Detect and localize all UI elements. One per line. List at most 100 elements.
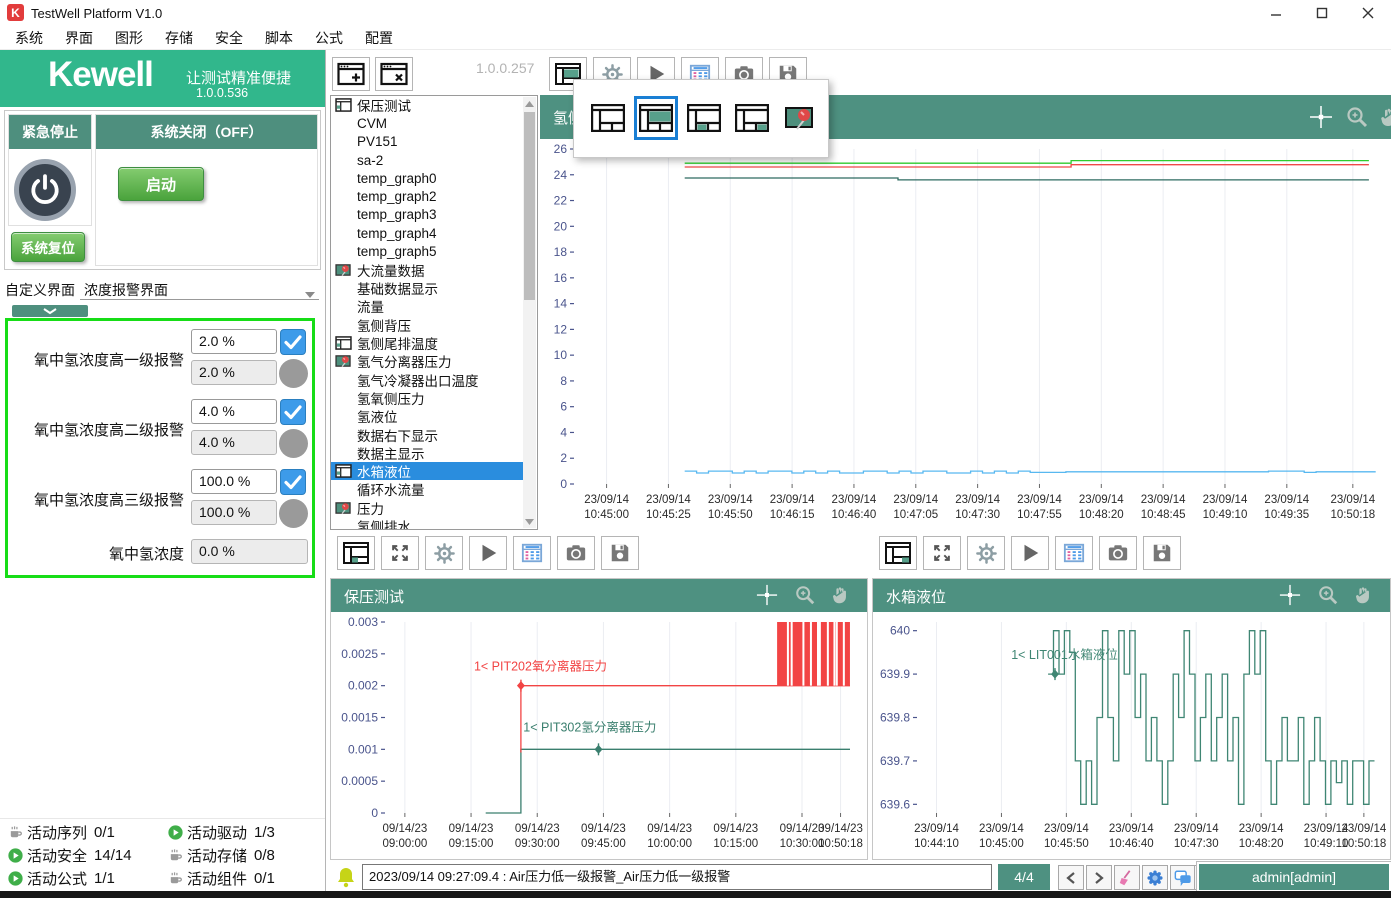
tree-item[interactable]: 氢侧排水	[331, 517, 524, 530]
tree-item[interactable]: 氢侧背压	[331, 316, 524, 334]
tree-item[interactable]: temp_graph5	[331, 242, 524, 260]
run-button[interactable]	[1011, 536, 1049, 570]
maximize-button[interactable]	[1299, 0, 1345, 26]
save-button[interactable]	[1143, 536, 1181, 570]
tree-item[interactable]: 基础数据显示	[331, 279, 524, 297]
scrollbar-thumb[interactable]	[524, 112, 535, 300]
menu-item[interactable]: 存储	[154, 26, 204, 50]
tree-item[interactable]: temp_graph3	[331, 206, 524, 224]
zoom-icon[interactable]	[1345, 105, 1369, 129]
pin-icon	[335, 354, 357, 368]
close-button[interactable]	[1345, 0, 1391, 26]
alarm-page-badge: 4/4	[998, 864, 1050, 890]
close-window-button[interactable]	[375, 57, 413, 91]
tree-item[interactable]: 氢氧侧压力	[331, 389, 524, 407]
top-chart-plot[interactable]: 23/09/1410:45:0023/09/1410:45:2523/09/14…	[540, 139, 1391, 530]
layout-option-layout-bottom-right[interactable]	[730, 96, 774, 140]
svg-text:23/09/14: 23/09/14	[979, 823, 1024, 835]
pan-hand-icon[interactable]	[1378, 105, 1391, 129]
data-table-button[interactable]	[513, 536, 551, 570]
tree-item[interactable]: 循环水流量	[331, 480, 524, 498]
tree-item[interactable]: 保压测试	[331, 96, 524, 114]
run-button[interactable]	[469, 536, 507, 570]
zoom-icon[interactable]	[794, 584, 818, 608]
menu-item[interactable]: 界面	[54, 26, 104, 50]
snapshot-button[interactable]	[1099, 536, 1137, 570]
tree-item[interactable]: 数据主显示	[331, 444, 524, 462]
alarm-enable-checkbox[interactable]	[280, 399, 306, 425]
tree-item[interactable]: temp_graph4	[331, 224, 524, 242]
menu-item[interactable]: 安全	[204, 26, 254, 50]
tree-item[interactable]: 水箱液位	[331, 462, 524, 480]
alarm-setpoint-input[interactable]: 4.0 %	[191, 399, 277, 424]
alarm-message-field[interactable]: 2023/09/14 09:27:09.4 : Air压力低一级报警_Air压力…	[362, 864, 992, 890]
alarm-config-button[interactable]	[1142, 865, 1168, 890]
collapse-handle[interactable]	[12, 305, 88, 317]
custom-ui-select[interactable]: 浓度报警界面	[84, 280, 168, 300]
scroll-down-icon[interactable]	[523, 515, 536, 528]
current-user-badge[interactable]: admin[admin]	[1197, 862, 1391, 892]
snapshot-button[interactable]	[557, 536, 595, 570]
app-logo-icon: K	[7, 4, 24, 21]
tree-item[interactable]: temp_graph2	[331, 187, 524, 205]
alarm-enable-checkbox[interactable]	[280, 469, 306, 495]
pan-hand-icon[interactable]	[830, 584, 854, 608]
minimize-button[interactable]	[1253, 0, 1299, 26]
tree-item[interactable]: 氢气分离器压力	[331, 352, 524, 370]
chart-canvas: 09/14/2309:00:0009/14/2309:15:0009/14/23…	[331, 612, 867, 859]
menu-item[interactable]: 配置	[354, 26, 404, 50]
crosshair-icon[interactable]	[1279, 584, 1303, 608]
alarm-list-button[interactable]	[1170, 865, 1196, 890]
right-chart-plot[interactable]: 23/09/1410:44:1023/09/1410:45:0023/09/14…	[873, 612, 1390, 859]
svg-text:09:00:00: 09:00:00	[382, 838, 427, 850]
alarm-setpoint-input[interactable]: 2.0 %	[191, 329, 277, 354]
zoom-icon[interactable]	[1317, 584, 1341, 608]
tree-item[interactable]: CVM	[331, 114, 524, 132]
crosshair-icon[interactable]	[1309, 105, 1333, 129]
prev-alarm-button[interactable]	[1058, 865, 1084, 890]
pan-hand-icon[interactable]	[1353, 584, 1377, 608]
clear-alarms-button[interactable]	[1114, 865, 1140, 890]
tree-item[interactable]: PV151	[331, 133, 524, 151]
settings-button[interactable]	[425, 536, 463, 570]
fullscreen-button[interactable]	[923, 536, 961, 570]
layout-option-layout-plain[interactable]	[586, 96, 630, 140]
tree-item[interactable]: 压力	[331, 499, 524, 517]
svg-text:10:00:00: 10:00:00	[647, 838, 692, 850]
tree-item[interactable]: sa-2	[331, 151, 524, 169]
menu-item[interactable]: 图形	[104, 26, 154, 50]
tree-item[interactable]: temp_graph0	[331, 169, 524, 187]
data-table-button[interactable]	[1055, 536, 1093, 570]
layout-button[interactable]	[337, 536, 375, 570]
alarm-enable-checkbox[interactable]	[280, 329, 306, 355]
emergency-stop-button[interactable]	[14, 159, 76, 221]
tree-item[interactable]: 数据右下显示	[331, 425, 524, 443]
tree-scrollbar[interactable]	[523, 97, 536, 528]
svg-text:10:48:20: 10:48:20	[1079, 509, 1124, 521]
tree-item[interactable]: 氢液位	[331, 407, 524, 425]
layout-option-layout-bottom-left[interactable]	[682, 96, 726, 140]
tree-item[interactable]: 大流量数据	[331, 261, 524, 279]
new-window-button[interactable]	[332, 57, 370, 91]
layout-option-pin-screen[interactable]	[778, 96, 822, 140]
middle-chart-plot[interactable]: 09/14/2309:00:0009/14/2309:15:0009/14/23…	[331, 612, 867, 859]
crosshair-icon[interactable]	[756, 584, 780, 608]
layout-option-layout-top[interactable]	[634, 96, 678, 140]
chevron-down-icon[interactable]	[305, 292, 315, 298]
menu-item[interactable]: 系统	[4, 26, 54, 50]
save-button[interactable]	[601, 536, 639, 570]
alarm-setpoint-input[interactable]: 100.0 %	[191, 469, 277, 494]
system-reset-button[interactable]: 系统复位	[11, 232, 85, 262]
menu-item[interactable]: 公式	[304, 26, 354, 50]
next-alarm-button[interactable]	[1086, 865, 1112, 890]
menu-item[interactable]: 脚本	[254, 26, 304, 50]
fullscreen-button[interactable]	[381, 536, 419, 570]
start-button[interactable]: 启动	[118, 167, 204, 201]
scroll-up-icon[interactable]	[523, 97, 536, 110]
svg-text:0.0005: 0.0005	[341, 774, 378, 788]
layout-button[interactable]	[879, 536, 917, 570]
tree-item[interactable]: 流量	[331, 297, 524, 315]
tree-item[interactable]: 氢侧尾排温度	[331, 334, 524, 352]
tree-item[interactable]: 氢气冷凝器出口温度	[331, 370, 524, 388]
settings-button[interactable]	[967, 536, 1005, 570]
